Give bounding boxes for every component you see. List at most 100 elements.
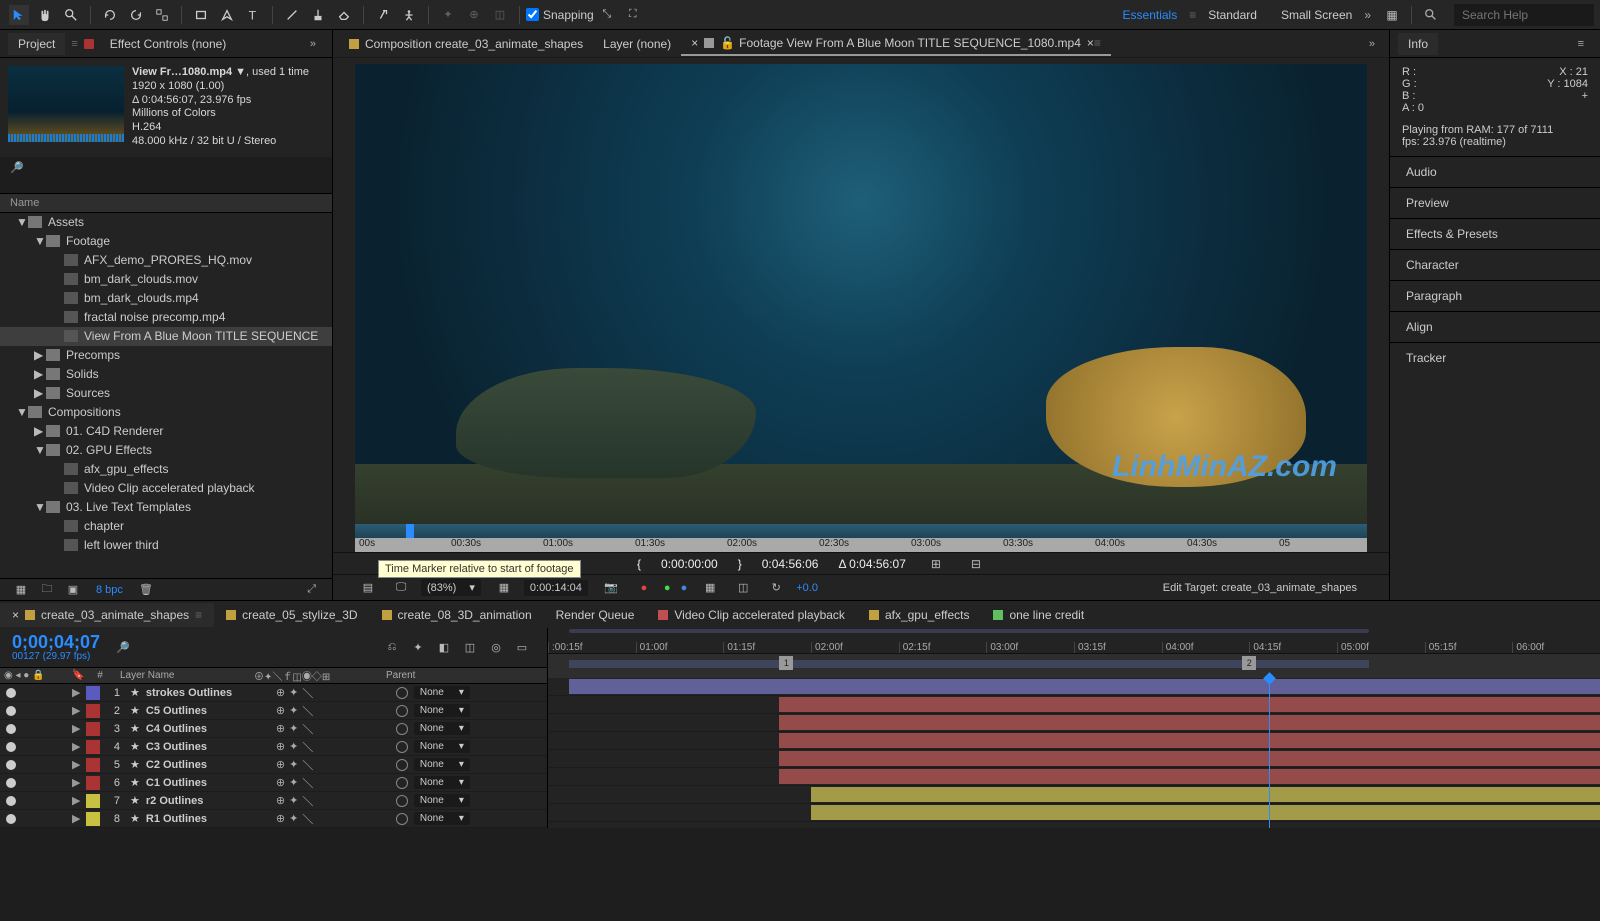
in-point[interactable]: 0:00:00:00 (661, 557, 718, 571)
tree-item[interactable]: View From A Blue Moon TITLE SEQUENCE (0, 327, 332, 346)
cube-icon[interactable]: ◫ (490, 5, 510, 25)
tree-item[interactable]: bm_dark_clouds.mov (0, 270, 332, 289)
workspace-grid-icon[interactable]: ▦ (1382, 5, 1402, 25)
footage-mini-timeline[interactable] (355, 524, 1367, 538)
tree-item[interactable]: ▶Precomps (0, 346, 332, 365)
viewer-tab[interactable]: Layer (none) (593, 33, 681, 55)
out-point[interactable]: 0:04:56:06 (762, 557, 819, 571)
pickwhip-icon[interactable] (396, 795, 408, 807)
anchor-icon[interactable]: ⊕ (464, 5, 484, 25)
timeline-tab[interactable]: create_08_3D_animation (370, 603, 544, 627)
track[interactable] (548, 714, 1600, 732)
visibility-toggle[interactable] (6, 814, 16, 824)
visibility-toggle[interactable] (6, 724, 16, 734)
trash-icon[interactable]: 🗑 (136, 580, 156, 600)
overlay-edit-icon[interactable]: ⊟ (966, 554, 986, 574)
label-color[interactable] (86, 794, 100, 808)
timeline-tab[interactable]: Video Clip accelerated playback (646, 603, 857, 627)
label-color[interactable] (86, 704, 100, 718)
tree-item[interactable]: ▼03. Live Text Templates (0, 498, 332, 517)
clip-bar[interactable] (779, 697, 1600, 712)
transparent-grid-icon[interactable]: ▦ (700, 578, 720, 598)
workspace-essentials[interactable]: Essentials (1123, 8, 1178, 22)
clip-bar[interactable] (811, 787, 1600, 802)
pickwhip-icon[interactable] (396, 705, 408, 717)
rotate-tool[interactable] (126, 5, 146, 25)
panel-section[interactable]: Effects & Presets (1390, 218, 1600, 249)
viewer-tab[interactable]: ×🔓Footage View From A Blue Moon TITLE SE… (681, 32, 1111, 56)
zoom-tool[interactable] (61, 5, 81, 25)
clip-bar[interactable] (811, 805, 1600, 820)
parent-dropdown[interactable]: None ▾ (414, 740, 470, 753)
layer-row[interactable]: ▶3★C4 Outlines⊕✦＼None ▾ (0, 720, 547, 738)
workspace-more-icon[interactable]: » (1364, 8, 1371, 22)
snapshot-icon[interactable]: 📷 (601, 578, 621, 598)
parent-dropdown[interactable]: None ▾ (414, 776, 470, 789)
camera-tool[interactable] (152, 5, 172, 25)
axis-icon[interactable]: ✦ (438, 5, 458, 25)
visibility-toggle[interactable] (6, 688, 16, 698)
marker-2[interactable]: 2 (1242, 656, 1256, 670)
panel-section[interactable]: Character (1390, 249, 1600, 280)
panel-section[interactable]: Audio (1390, 156, 1600, 187)
timeline-tab[interactable]: one line credit (981, 603, 1096, 627)
snapping-toggle[interactable]: Snapping (526, 8, 594, 22)
expand-icon[interactable]: ⤢ (307, 583, 316, 596)
visibility-toggle[interactable] (6, 706, 16, 716)
label-color[interactable] (86, 812, 100, 826)
visibility-toggle[interactable] (6, 742, 16, 752)
puppet-tool[interactable] (399, 5, 419, 25)
visibility-toggle[interactable] (6, 796, 16, 806)
parent-dropdown[interactable]: None ▾ (414, 722, 470, 735)
tree-item[interactable]: ▼Compositions (0, 403, 332, 422)
tree-item[interactable]: bm_dark_clouds.mp4 (0, 289, 332, 308)
clip-bar[interactable] (779, 769, 1600, 784)
new-comp-icon[interactable]: ▣ (63, 580, 83, 600)
selection-tool[interactable] (9, 5, 29, 25)
tree-item[interactable]: AFX_demo_PRORES_HQ.mov (0, 251, 332, 270)
magnification[interactable]: (83%) ▾ (421, 579, 481, 596)
name-column[interactable]: Name (0, 193, 332, 213)
tree-item[interactable]: Video Clip accelerated playback (0, 479, 332, 498)
tab-project[interactable]: Project (8, 33, 65, 55)
pen-tool[interactable] (217, 5, 237, 25)
parent-dropdown[interactable]: None ▾ (414, 794, 470, 807)
layer-row[interactable]: ▶1★strokes Outlines⊕✦＼None ▾ (0, 684, 547, 702)
timeline-tab[interactable]: Render Queue (544, 603, 647, 627)
exposure[interactable]: +0.0 (796, 582, 818, 594)
rect-tool[interactable] (191, 5, 211, 25)
label-color[interactable] (86, 722, 100, 736)
panel-menu-icon[interactable]: ≡ (1578, 38, 1584, 50)
current-time[interactable]: 0:00:14:04 (524, 580, 588, 596)
parent-dropdown[interactable]: None ▾ (414, 704, 470, 717)
parent-dropdown[interactable]: None ▾ (414, 686, 470, 699)
marker-1[interactable]: 1 (779, 656, 793, 670)
track[interactable] (548, 786, 1600, 804)
new-folder-icon[interactable]: 🗀 (37, 580, 57, 600)
track[interactable] (548, 678, 1600, 696)
pickwhip-icon[interactable] (396, 687, 408, 699)
search-help-input[interactable] (1454, 4, 1594, 26)
pickwhip-icon[interactable] (396, 723, 408, 735)
clip-bar[interactable] (779, 733, 1600, 748)
tree-item[interactable]: ▼Assets (0, 213, 332, 232)
tree-item[interactable]: fractal noise precomp.mp4 (0, 308, 332, 327)
tree-item[interactable]: ▼Footage (0, 232, 332, 251)
panel-section[interactable]: Align (1390, 311, 1600, 342)
timeline-tab[interactable]: create_05_stylize_3D (214, 603, 369, 627)
viewer-canvas[interactable]: LinhMinAZ.com (355, 64, 1367, 524)
draft-3d-icon[interactable]: ✦ (408, 638, 428, 658)
project-search-input[interactable] (10, 174, 322, 189)
parent-dropdown[interactable]: None ▾ (414, 812, 470, 825)
panel-section[interactable]: Preview (1390, 187, 1600, 218)
guides-icon[interactable]: ↻ (766, 578, 786, 598)
track[interactable] (548, 804, 1600, 822)
label-color[interactable] (86, 758, 100, 772)
track[interactable] (548, 768, 1600, 786)
roi-icon[interactable]: ◫ (733, 578, 753, 598)
tree-item[interactable]: ▶Sources (0, 384, 332, 403)
tree-item[interactable]: chapter (0, 517, 332, 536)
tab-effect-controls[interactable]: Effect Controls (none) (100, 33, 237, 55)
clip-bar[interactable] (569, 679, 1600, 694)
brush-tool[interactable] (282, 5, 302, 25)
